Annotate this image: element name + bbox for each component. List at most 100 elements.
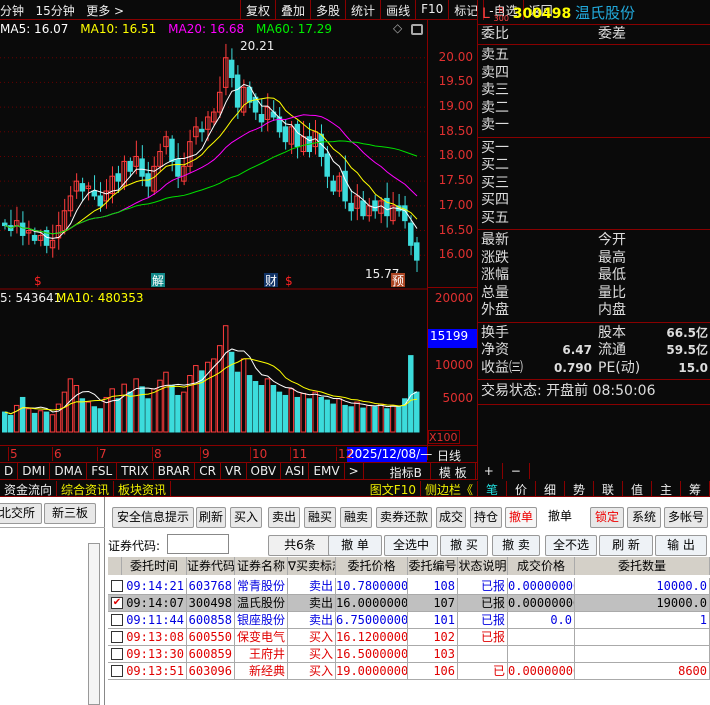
toolbar-button-3[interactable]: 统计 — [345, 0, 380, 20]
period-15min[interactable]: 15分钟 — [35, 4, 74, 18]
info-tab[interactable]: 板块资讯 — [114, 481, 172, 497]
trade-button-0[interactable]: 安全信息提示 — [112, 507, 194, 528]
table-row[interactable]: 09:13:30 600859 王府井 买入 16.50000000 103 — [108, 646, 710, 663]
table-cell: 0.00000000 — [508, 663, 575, 680]
side-tab[interactable]: 主 — [652, 481, 681, 497]
stat-label: 总量 — [481, 284, 509, 301]
table-cell: 16.12000000 — [336, 629, 408, 646]
trade-button-6[interactable]: 卖券还款 — [376, 507, 432, 528]
event-mark: 解 — [152, 274, 164, 288]
table-cell: 6.75000000 — [336, 612, 408, 629]
trade-button-8[interactable]: 持仓 — [470, 507, 502, 528]
column-header[interactable]: 状态说明 — [458, 557, 508, 575]
volume-bar — [37, 410, 44, 433]
indicator-tab[interactable]: TRIX — [117, 463, 154, 479]
column-header[interactable]: 委托时间 — [122, 557, 187, 575]
action-button-1[interactable]: 全选中 — [384, 535, 438, 556]
table-cell: 温氏股份 — [235, 595, 288, 612]
column-header[interactable]: 委托编号 — [408, 557, 458, 575]
table-cell: 卖出 — [288, 612, 336, 629]
column-header[interactable]: ∇买卖标志 — [288, 557, 336, 575]
column-header[interactable]: 证券名称 — [235, 557, 288, 575]
tab-xsb[interactable]: 新三板 — [44, 503, 96, 524]
action-button-2[interactable]: 撤 买 — [440, 535, 488, 556]
indicator-tab[interactable]: DMA — [50, 463, 88, 479]
indicator-tab[interactable]: DMI — [18, 463, 51, 479]
kline-chart[interactable]: 20.2115.775: 543641MA10: 480353$ 解财 $ 预 — [0, 20, 427, 445]
indicator-tab[interactable]: D — [0, 463, 19, 479]
side-tab[interactable]: 筹 — [681, 481, 710, 497]
column-header[interactable]: 证券代码 — [187, 557, 235, 575]
buy-level-label: 买四 — [481, 192, 509, 208]
side-tab[interactable]: 值 — [623, 481, 652, 497]
column-header[interactable]: 成交价格 — [508, 557, 575, 575]
action-button-3[interactable]: 撤 卖 — [492, 535, 540, 556]
table-row[interactable]: ✔ 09:14:07 300498 温氏股份 卖出 16.00000000 107 已报 0.0… — [108, 595, 710, 612]
scrollbar[interactable] — [88, 543, 100, 705]
action-button-4[interactable]: 全不选 — [545, 535, 597, 556]
indicator-tab[interactable]: VR — [221, 463, 247, 479]
more-periods[interactable]: 更多 > — [86, 4, 124, 18]
indicator-tab[interactable]: EMV — [309, 463, 345, 479]
period-minute[interactable]: 分钟 — [0, 4, 24, 18]
toolbar-button-1[interactable]: 叠加 — [275, 0, 310, 20]
info-tab[interactable]: 资金流向 — [0, 481, 58, 497]
trade-button-7[interactable]: 成交 — [436, 507, 466, 528]
side-tab[interactable]: 笔 — [478, 481, 507, 497]
side-tab[interactable]: 细 — [536, 481, 565, 497]
indicator-tab[interactable]: BRAR — [154, 463, 196, 479]
volume-bar — [19, 396, 26, 433]
side-tab[interactable]: 势 — [565, 481, 594, 497]
table-row[interactable]: 09:14:21 603768 常青股份 卖出 10.78000000 108 已报 0.00… — [108, 578, 710, 595]
table-cell: 0.00000000 — [508, 595, 575, 612]
side-tab[interactable]: 联 — [594, 481, 623, 497]
trade-button-13[interactable]: 多帐号 — [664, 507, 708, 528]
table-cell: 卖出 — [288, 595, 336, 612]
volume-bar — [234, 371, 241, 433]
volume-bar — [43, 411, 50, 433]
candle — [97, 195, 104, 207]
indicator-tab[interactable]: OBV — [247, 463, 282, 479]
side-tab[interactable]: 价 — [507, 481, 536, 497]
trade-button-10[interactable]: 撤单 — [540, 507, 580, 526]
table-row[interactable]: 09:13:51 603096 新经典 买入 19.00000000 106 已 0.0000… — [108, 663, 710, 680]
column-header[interactable]: 委托价格 — [336, 557, 408, 575]
volume-bar — [282, 394, 289, 433]
indicator-tab[interactable]: 指标B — [382, 463, 431, 480]
toolbar-button-2[interactable]: 多股 — [310, 0, 345, 20]
info-tab[interactable]: 综合资讯 — [57, 481, 115, 497]
table-row[interactable]: 09:13:08 600550 保变电气 买入 16.12000000 102 已报 — [108, 629, 710, 646]
indicator-tab[interactable]: CR — [195, 463, 221, 479]
indicator-tab[interactable]: 模 板 — [431, 463, 476, 480]
candle — [294, 123, 301, 148]
trade-button-2[interactable]: 买入 — [230, 507, 262, 528]
indicator-tab[interactable]: ASI — [281, 463, 310, 479]
trade-button-12[interactable]: 系统 — [627, 507, 661, 528]
fund-row: 净资 6.47 流通 59.5亿 — [478, 342, 710, 360]
table-row[interactable]: 09:11:44 600858 银座股份 卖出 6.75000000 101 已报 0.0 1 — [108, 612, 710, 629]
volume-bar — [336, 398, 342, 433]
column-header[interactable]: 委托数量 — [575, 557, 710, 575]
candle — [139, 158, 145, 177]
toolbar-button-4[interactable]: 画线 — [380, 0, 415, 20]
trade-button-1[interactable]: 刷新 — [196, 507, 226, 528]
info-tab[interactable]: 侧边栏《 — [421, 481, 478, 497]
trade-button-5[interactable]: 融卖 — [340, 507, 372, 528]
indicator-tab[interactable]: FSL — [87, 463, 118, 479]
toolbar-button-0[interactable]: 复权 — [240, 0, 275, 20]
code-input[interactable] — [167, 534, 229, 554]
info-tab[interactable]: 图文F10 — [366, 481, 421, 497]
candle — [115, 173, 121, 182]
trade-button-4[interactable]: 融买 — [304, 507, 336, 528]
action-button-0[interactable]: 撤 单 — [328, 535, 382, 556]
action-button-5[interactable]: 刷 新 — [599, 535, 653, 556]
toolbar-button-5[interactable]: F10 — [415, 0, 448, 20]
trade-button-9[interactable]: 撤单 — [505, 507, 537, 528]
action-button-6[interactable]: 输 出 — [655, 535, 707, 556]
buy-level-label: 买二 — [481, 157, 509, 173]
fund-label: 净资 — [481, 342, 509, 358]
trade-button-11[interactable]: 锁定 — [590, 507, 624, 528]
tab-bjs[interactable]: 北交所 — [0, 503, 42, 524]
trade-button-3[interactable]: 卖出 — [268, 507, 300, 528]
indicator-tab[interactable]: > — [345, 463, 364, 479]
